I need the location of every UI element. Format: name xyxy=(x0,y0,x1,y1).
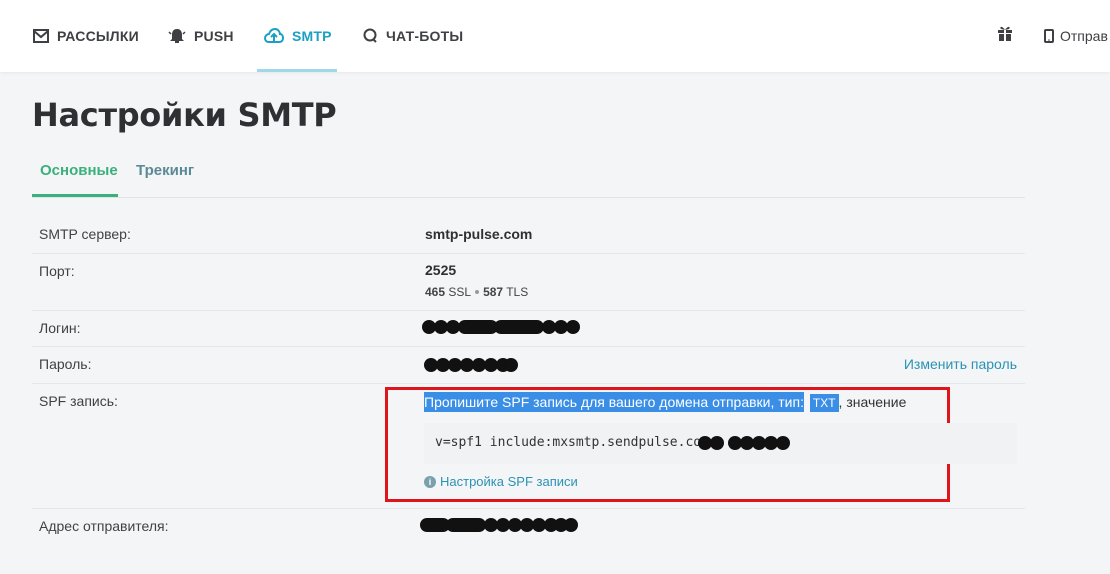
envelope-icon xyxy=(33,29,49,43)
chat-icon xyxy=(363,28,377,43)
tab-tracking[interactable]: Трекинг xyxy=(136,162,194,179)
port-alternatives: 465 SSL 587 TLS xyxy=(425,285,528,299)
ssl-label: SSL xyxy=(448,285,472,299)
cloud-upload-icon xyxy=(264,28,284,43)
port-value: 2525 xyxy=(425,262,457,278)
port-label: Порт: xyxy=(39,263,75,279)
nav-send-label: Отправ xyxy=(1060,28,1108,44)
bell-icon xyxy=(168,29,186,43)
tls-port: 587 xyxy=(483,285,504,299)
row-sender: Адрес отправителя: xyxy=(32,509,1025,557)
tab-active-indicator xyxy=(32,194,118,197)
nav-send[interactable]: Отправ xyxy=(1044,0,1108,72)
nav-push-label: PUSH xyxy=(194,28,234,44)
nav-push[interactable]: PUSH xyxy=(168,0,234,72)
separator-dot xyxy=(475,289,480,294)
password-value-redacted xyxy=(424,358,519,374)
nav-chatbots-label: ЧАТ-БОТЫ xyxy=(386,28,464,44)
tab-main[interactable]: Основные xyxy=(40,162,118,179)
row-smtp-server: SMTP сервер: smtp-pulse.com xyxy=(32,216,1025,254)
spf-help-link[interactable]: i Настройка SPF записи xyxy=(424,474,578,489)
row-port: Порт: 2525 465 SSL 587 TLS xyxy=(32,254,1025,311)
nav-active-indicator xyxy=(257,69,337,72)
spf-help-link-label: Настройка SPF записи xyxy=(440,474,578,489)
login-value-redacted xyxy=(422,320,582,336)
nav-chatbots[interactable]: ЧАТ-БОТЫ xyxy=(362,0,463,72)
tls-label: TLS xyxy=(506,285,529,299)
spf-domain-redacted xyxy=(698,436,793,452)
nav-smtp-label: SMTP xyxy=(292,28,332,44)
nav-smtp[interactable]: SMTP xyxy=(264,0,332,72)
row-password: Пароль: Изменить пароль xyxy=(32,347,1025,384)
spf-label: SPF запись: xyxy=(39,393,118,409)
sender-label: Адрес отправителя: xyxy=(39,518,169,534)
row-login: Логин: xyxy=(32,311,1025,347)
settings-tabs: Основные Трекинг xyxy=(32,150,1025,198)
smtp-server-value: smtp-pulse.com xyxy=(425,226,533,242)
nav-mailings[interactable]: РАССЫЛКИ xyxy=(33,0,139,72)
spf-instruction: Пропишите SPF запись для вашего домена о… xyxy=(424,392,907,412)
spf-type-badge: TXT xyxy=(809,394,839,412)
change-password-link[interactable]: Изменить пароль xyxy=(904,356,1017,372)
page-title: Настройки SMTP xyxy=(32,96,337,134)
ssl-port: 465 xyxy=(425,285,446,299)
info-icon: i xyxy=(424,475,436,488)
gift-icon[interactable] xyxy=(996,24,1014,47)
spf-instruction-text: Пропишите SPF запись для вашего домена о… xyxy=(424,392,804,412)
top-navigation: РАССЫЛКИ PUSH SMTP ЧАТ-БОТЫ Отправ xyxy=(0,0,1110,72)
mobile-phone-icon xyxy=(1044,29,1054,43)
sender-value-redacted xyxy=(420,518,580,534)
spf-code: v=spf1 include:mxsmtp.sendpulse.com xyxy=(435,435,709,450)
spf-value-word: , значение xyxy=(838,394,907,410)
smtp-server-label: SMTP сервер: xyxy=(39,226,131,242)
password-label: Пароль: xyxy=(39,356,92,372)
nav-mailings-label: РАССЫЛКИ xyxy=(57,28,139,44)
spf-code-box[interactable]: v=spf1 include:mxsmtp.sendpulse.com xyxy=(424,423,1017,464)
login-label: Логин: xyxy=(39,320,81,336)
